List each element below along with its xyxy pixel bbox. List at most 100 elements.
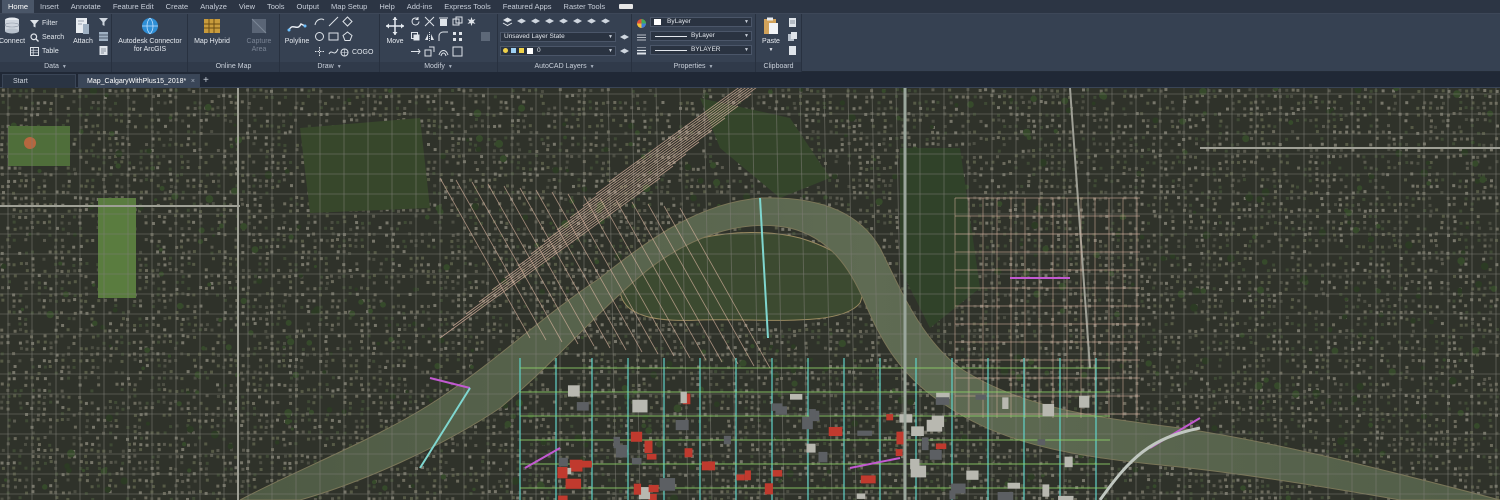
tab-annotate[interactable]: Annotate (65, 0, 107, 13)
tab-map-setup[interactable]: Map Setup (325, 0, 373, 13)
map-viewport[interactable] (0, 88, 1500, 500)
layer-previous-icon[interactable] (586, 16, 597, 27)
explode-icon[interactable] (466, 16, 477, 27)
tab-insert[interactable]: Insert (34, 0, 65, 13)
tab-view[interactable]: View (233, 0, 261, 13)
copy-clip-icon[interactable] (787, 31, 798, 42)
polygon-icon[interactable] (342, 31, 353, 42)
search-button[interactable]: Search (30, 31, 64, 43)
tab-express-tools[interactable]: Express Tools (438, 0, 497, 13)
polyline-button[interactable]: Polyline (282, 16, 312, 46)
autodesk-connector-button[interactable]: Autodesk Connector for ArcGIS (114, 16, 186, 54)
map-hybrid-button[interactable]: Map Hybrid (190, 16, 234, 46)
house (91, 154, 95, 158)
mirror-icon[interactable] (424, 31, 435, 42)
doc-tab-start[interactable]: Start (2, 74, 76, 88)
house (1141, 227, 1145, 231)
array-icon[interactable] (452, 31, 463, 42)
color-dropdown[interactable]: ByLayer ▼ (650, 17, 752, 27)
layer-match-icon[interactable] (572, 16, 583, 27)
tab-featured-apps[interactable]: Featured Apps (497, 0, 558, 13)
copy-base-icon[interactable] (787, 45, 798, 56)
layer-off-icon[interactable] (530, 16, 541, 27)
close-icon[interactable]: × (191, 75, 195, 89)
house (1111, 262, 1115, 266)
cogo-button[interactable]: COGO (340, 46, 373, 58)
panel-title-draw[interactable]: Draw ▼ (280, 62, 379, 72)
filter-button[interactable]: Filter (30, 17, 58, 29)
panel-title-modify[interactable]: Modify ▼ (380, 62, 497, 72)
house (1338, 94, 1342, 98)
linetype-icon[interactable] (636, 32, 647, 43)
rotate-icon[interactable] (410, 16, 421, 27)
filter-query-icon[interactable] (98, 17, 109, 28)
tab-output[interactable]: Output (291, 0, 326, 13)
spline-icon[interactable] (328, 46, 339, 57)
erase-icon[interactable] (438, 16, 449, 27)
offset-icon[interactable] (438, 46, 449, 57)
layer-dropdown[interactable]: 0 ▼ (500, 46, 616, 56)
capture-area-button[interactable]: Capture Area (240, 16, 278, 54)
ribbon-state-toggle[interactable] (619, 4, 634, 9)
tab-home[interactable]: Home (2, 0, 35, 13)
data-grid-icon[interactable] (98, 31, 109, 42)
doc-tab-drawing[interactable]: Map_CalgaryWithPlus15_2018* × (78, 74, 200, 88)
paste-button[interactable]: Paste ▼ (758, 16, 784, 54)
data-export-icon[interactable] (98, 45, 109, 56)
house (91, 100, 95, 104)
house (96, 101, 100, 105)
layer-state-dropdown[interactable]: Unsaved Layer State ▼ (500, 32, 616, 42)
tab-analyze[interactable]: Analyze (194, 0, 233, 13)
layer-lock-icon[interactable] (558, 16, 569, 27)
house (330, 244, 334, 248)
house (1080, 208, 1084, 212)
tab-raster-tools[interactable]: Raster Tools (558, 0, 612, 13)
layer-walk-icon[interactable] (600, 16, 611, 27)
rectangle-icon[interactable] (328, 31, 339, 42)
house (444, 280, 448, 284)
move-button[interactable]: Move (382, 16, 408, 46)
panel-properties: ByLayer ▼ ByLayer ▼ BYLAYER ▼ Properties ▼ (632, 14, 756, 72)
online-map-panel-label: Online Map (215, 63, 252, 70)
linetype-dropdown[interactable]: ByLayer ▼ (650, 31, 752, 41)
tab-help[interactable]: Help (373, 0, 400, 13)
diamond-icon[interactable] (342, 16, 353, 27)
point-icon[interactable] (314, 46, 325, 57)
new-tab-button[interactable]: + (203, 74, 209, 88)
lineweight-icon[interactable] (636, 45, 647, 56)
panel-title-autocad-layers[interactable]: AutoCAD Layers ▼ (498, 62, 631, 72)
layer-properties-icon[interactable] (502, 16, 513, 27)
copy-object-icon[interactable] (452, 16, 463, 27)
lineweight-dropdown[interactable]: BYLAYER ▼ (650, 45, 752, 55)
fillet-icon[interactable] (438, 31, 449, 42)
house (444, 286, 448, 290)
layer-state-manager-icon[interactable] (619, 32, 630, 43)
connect-button[interactable]: Connect (0, 16, 25, 46)
make-current-icon[interactable] (619, 46, 630, 57)
tab-feature-edit[interactable]: Feature Edit (107, 0, 160, 13)
edit-polyline-icon[interactable] (452, 46, 463, 57)
layer-isolate-icon[interactable] (516, 16, 527, 27)
layer-freeze-icon[interactable] (544, 16, 555, 27)
copy-icon[interactable] (410, 31, 421, 42)
color-wheel-icon[interactable] (636, 18, 647, 29)
aerial-map-canvas[interactable] (0, 88, 1500, 500)
tab-create[interactable]: Create (160, 0, 195, 13)
line-icon[interactable] (328, 16, 339, 27)
tab-add-ins[interactable]: Add-ins (401, 0, 438, 13)
house (984, 137, 988, 141)
table-button[interactable]: Table (30, 45, 59, 57)
trim-icon[interactable] (424, 16, 435, 27)
panel-title-online-map[interactable]: Online Map (188, 62, 279, 72)
panel-title-properties[interactable]: Properties ▼ (632, 62, 755, 72)
stretch-icon[interactable] (410, 46, 421, 57)
arc-icon[interactable] (314, 16, 325, 27)
panel-title-data[interactable]: Data ▼ (0, 62, 111, 72)
more-modify-icon[interactable] (480, 31, 491, 42)
tab-tools[interactable]: Tools (261, 0, 291, 13)
scale-icon[interactable] (424, 46, 435, 57)
house (234, 286, 238, 290)
attach-button[interactable]: Attach (72, 16, 94, 46)
cut-icon[interactable] (787, 17, 798, 28)
circle-icon[interactable] (314, 31, 325, 42)
